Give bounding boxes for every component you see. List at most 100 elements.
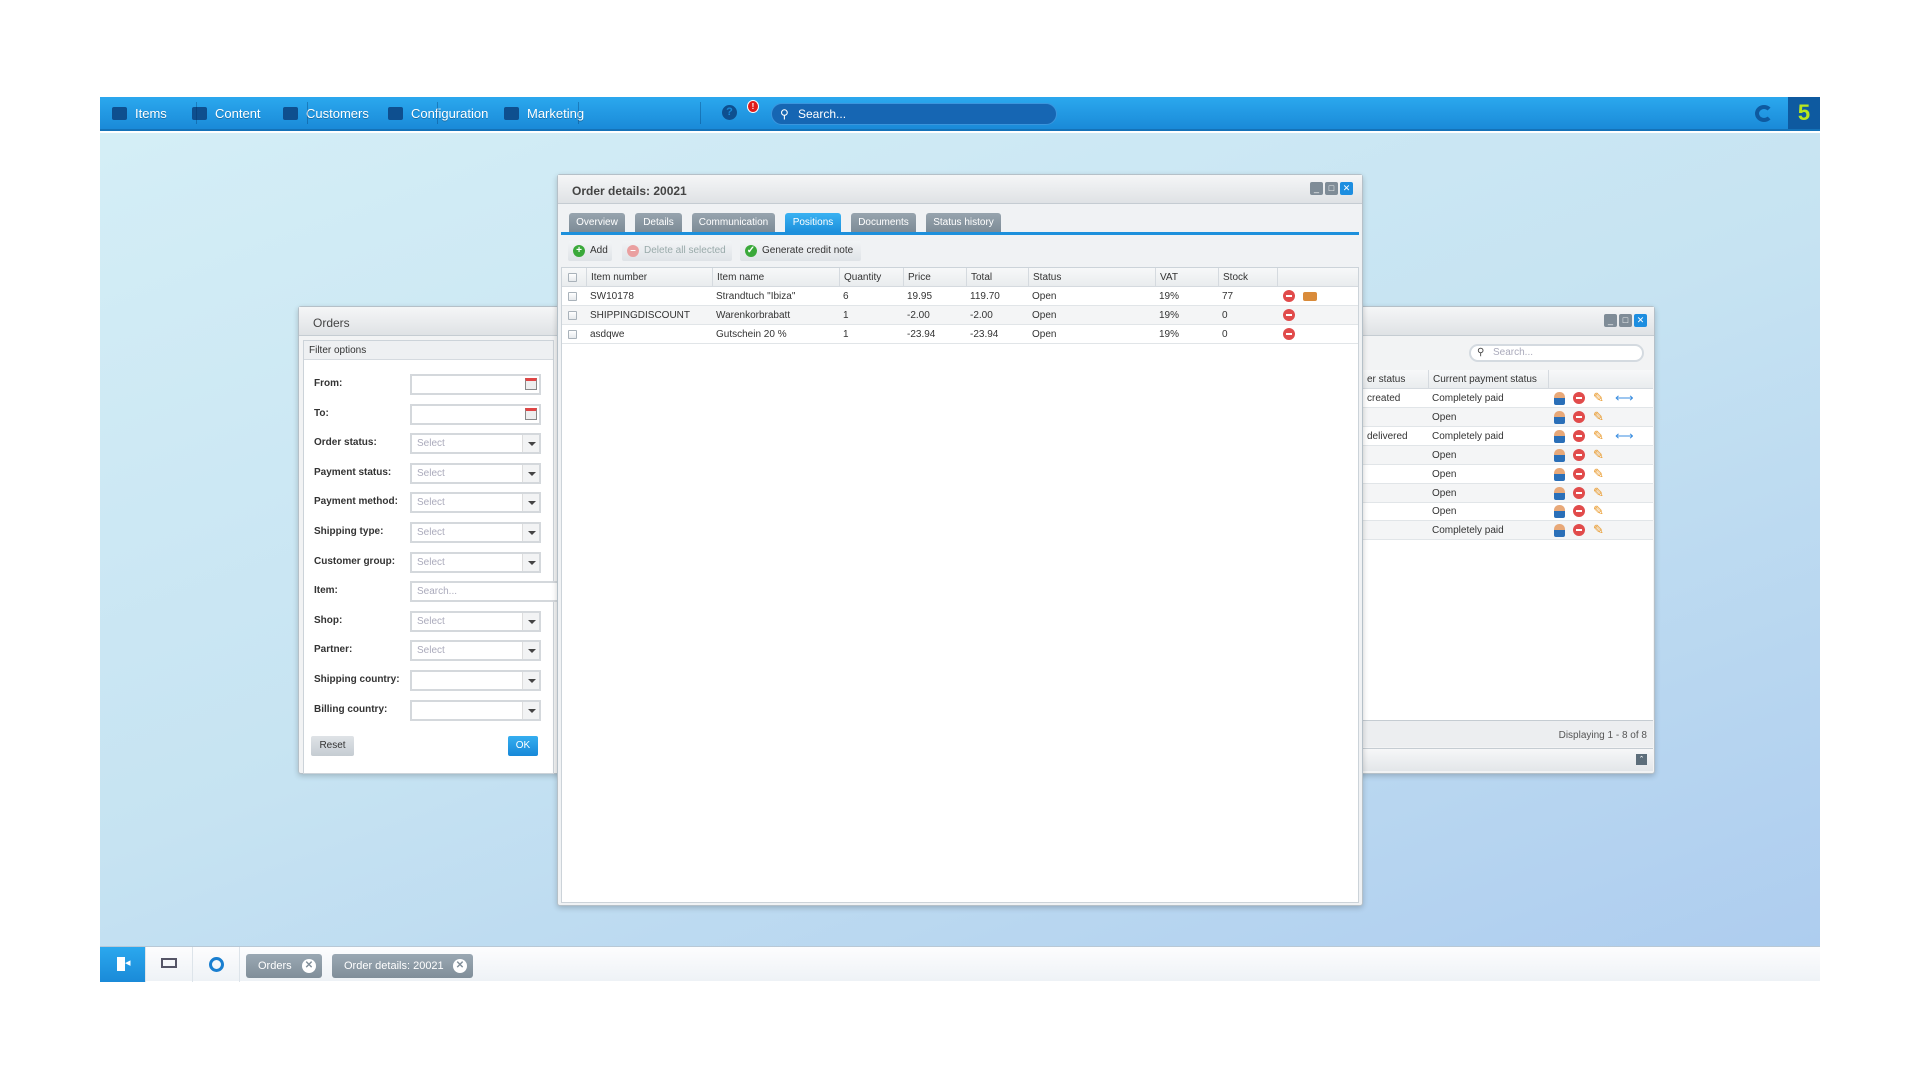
tab-details[interactable]: Details bbox=[635, 213, 682, 232]
filter-shop-input[interactable]: Select bbox=[410, 610, 541, 632]
chevron-down-icon[interactable] bbox=[522, 701, 539, 719]
filter-partner-input[interactable]: Select bbox=[410, 640, 541, 662]
close-icon[interactable]: ✕ bbox=[302, 959, 316, 973]
chevron-down-icon[interactable] bbox=[522, 553, 539, 571]
customer-icon[interactable] bbox=[1554, 467, 1565, 481]
delete-icon[interactable] bbox=[1283, 328, 1295, 340]
chevron-down-icon[interactable] bbox=[522, 435, 539, 453]
delete-icon[interactable] bbox=[1573, 505, 1585, 518]
filter-payment-method-input[interactable]: Select bbox=[410, 492, 541, 514]
column-header[interactable]: Stock bbox=[1218, 268, 1277, 286]
column-header[interactable]: Current payment status bbox=[1428, 370, 1548, 388]
row-checkbox[interactable] bbox=[568, 330, 577, 339]
delete-icon[interactable] bbox=[1573, 448, 1585, 461]
column-header[interactable]: Quantity bbox=[839, 268, 903, 286]
row-checkbox[interactable] bbox=[568, 311, 577, 320]
edit-pencil-icon[interactable]: ✎ bbox=[1593, 428, 1604, 444]
table-row[interactable]: SW10178 Strandtuch "Ibiza" 6 19.95 119.70 Ope… bbox=[562, 287, 1358, 306]
edit-pencil-icon[interactable]: ✎ bbox=[1593, 409, 1604, 425]
edit-pencil-icon[interactable]: ✎ bbox=[1593, 503, 1604, 519]
customer-icon[interactable] bbox=[1554, 429, 1565, 443]
filter-from-input[interactable] bbox=[410, 374, 541, 395]
select-all-checkbox[interactable] bbox=[568, 273, 577, 282]
customer-icon[interactable] bbox=[1554, 392, 1565, 405]
chevron-down-icon[interactable] bbox=[522, 524, 539, 541]
table-row[interactable]: created Completely paid ✎ ⟷ bbox=[1363, 389, 1653, 408]
notification-badge[interactable]: ! bbox=[747, 100, 759, 113]
nav-marketing[interactable]: Marketing bbox=[504, 97, 584, 129]
table-row[interactable]: delivered Completely paid ✎ ⟷ bbox=[1363, 427, 1653, 446]
ok-button[interactable]: OK bbox=[508, 736, 538, 756]
logout-button[interactable]: ◂ bbox=[100, 947, 146, 982]
column-header[interactable]: Item number bbox=[586, 268, 712, 286]
delete-icon[interactable] bbox=[1283, 290, 1295, 302]
arrows-horizontal-icon[interactable]: ⟷ bbox=[1615, 428, 1634, 444]
delete-icon[interactable] bbox=[1573, 486, 1585, 499]
filter-to-input[interactable] bbox=[410, 403, 541, 425]
stock-box-icon[interactable] bbox=[1303, 292, 1317, 301]
column-header[interactable]: Status bbox=[1028, 268, 1155, 286]
table-row[interactable]: Open ✎ bbox=[1363, 465, 1653, 484]
column-header[interactable]: Price bbox=[903, 268, 966, 286]
tab-communication[interactable]: Communication bbox=[692, 213, 775, 232]
edit-pencil-icon[interactable]: ✎ bbox=[1593, 485, 1604, 501]
table-row[interactable]: SHIPPINGDISCOUNT Warenkorbrabatt 1 -2.00 -2.… bbox=[562, 306, 1358, 325]
chevron-down-icon[interactable] bbox=[522, 494, 539, 512]
chevron-down-icon[interactable] bbox=[522, 672, 539, 689]
nav-items[interactable]: Items bbox=[112, 97, 167, 129]
filter-order-status-input[interactable]: Select bbox=[410, 433, 541, 455]
dashboard-button[interactable] bbox=[193, 947, 240, 982]
tab-overview[interactable]: Overview bbox=[569, 213, 625, 232]
delete-icon[interactable] bbox=[1573, 410, 1585, 423]
column-header[interactable]: Item name bbox=[712, 268, 839, 286]
reset-button[interactable]: Reset bbox=[311, 736, 354, 756]
table-row[interactable]: Open ✎ bbox=[1363, 483, 1653, 503]
close-icon[interactable]: ✕ bbox=[453, 959, 467, 973]
orders-search-input[interactable]: ⚲ Search... bbox=[1469, 344, 1644, 362]
tab-documents[interactable]: Documents bbox=[851, 213, 916, 232]
edit-pencil-icon[interactable]: ✎ bbox=[1593, 390, 1604, 406]
calendar-icon[interactable] bbox=[525, 378, 537, 390]
customer-icon[interactable] bbox=[1554, 448, 1565, 462]
column-header[interactable]: er status bbox=[1363, 370, 1428, 388]
column-header[interactable]: VAT bbox=[1155, 268, 1218, 286]
delete-icon[interactable] bbox=[1573, 429, 1585, 442]
chevron-down-icon[interactable] bbox=[522, 642, 539, 660]
delete-icon[interactable] bbox=[1573, 524, 1585, 537]
calendar-icon[interactable] bbox=[525, 407, 537, 420]
windows-overview-button[interactable] bbox=[146, 947, 193, 982]
edit-pencil-icon[interactable]: ✎ bbox=[1593, 466, 1604, 482]
customer-icon[interactable] bbox=[1554, 524, 1565, 538]
arrows-horizontal-icon[interactable]: ⟷ bbox=[1615, 390, 1634, 406]
column-header[interactable]: Total bbox=[966, 268, 1028, 286]
add-button[interactable]: + Add bbox=[568, 241, 612, 261]
chevron-down-icon[interactable] bbox=[522, 464, 539, 482]
maximize-button[interactable]: □ bbox=[1619, 314, 1632, 327]
global-search-input[interactable]: ⚲ Search... bbox=[771, 103, 1057, 125]
chevron-down-icon[interactable] bbox=[522, 612, 539, 630]
close-button[interactable]: ✕ bbox=[1340, 182, 1353, 195]
filter-shipping-country-input[interactable] bbox=[410, 670, 541, 691]
customer-icon[interactable] bbox=[1554, 505, 1565, 519]
table-row[interactable]: Completely paid ✎ bbox=[1363, 521, 1653, 541]
customer-icon[interactable] bbox=[1554, 410, 1565, 424]
delete-icon[interactable] bbox=[1573, 392, 1585, 404]
nav-content[interactable]: Content bbox=[192, 97, 261, 129]
minimize-button[interactable]: _ bbox=[1604, 314, 1617, 327]
delete-icon[interactable] bbox=[1283, 309, 1295, 321]
help-icon[interactable]: ? bbox=[722, 105, 737, 120]
close-button[interactable]: ✕ bbox=[1634, 314, 1647, 327]
table-row[interactable]: asdqwe Gutschein 20 % 1 -23.94 -23.94 Open 19%… bbox=[562, 325, 1358, 344]
nav-configuration[interactable]: Configuration bbox=[388, 97, 488, 129]
taskbar-tab-orders[interactable]: Orders ✕ bbox=[246, 954, 322, 978]
maximize-button[interactable]: □ bbox=[1325, 182, 1338, 195]
filter-item-input[interactable]: Search... bbox=[410, 581, 560, 603]
delete-all-selected-button[interactable]: – Delete all selected bbox=[622, 241, 732, 261]
minimize-button[interactable]: _ bbox=[1310, 182, 1323, 195]
table-row[interactable]: Open ✎ bbox=[1363, 445, 1653, 465]
filter-customer-group-input[interactable]: Select bbox=[410, 551, 541, 573]
row-checkbox[interactable] bbox=[568, 292, 577, 301]
tab-status-history[interactable]: Status history bbox=[926, 213, 1001, 232]
expand-up-icon[interactable]: ⌃ bbox=[1636, 754, 1647, 765]
edit-pencil-icon[interactable]: ✎ bbox=[1593, 447, 1604, 463]
